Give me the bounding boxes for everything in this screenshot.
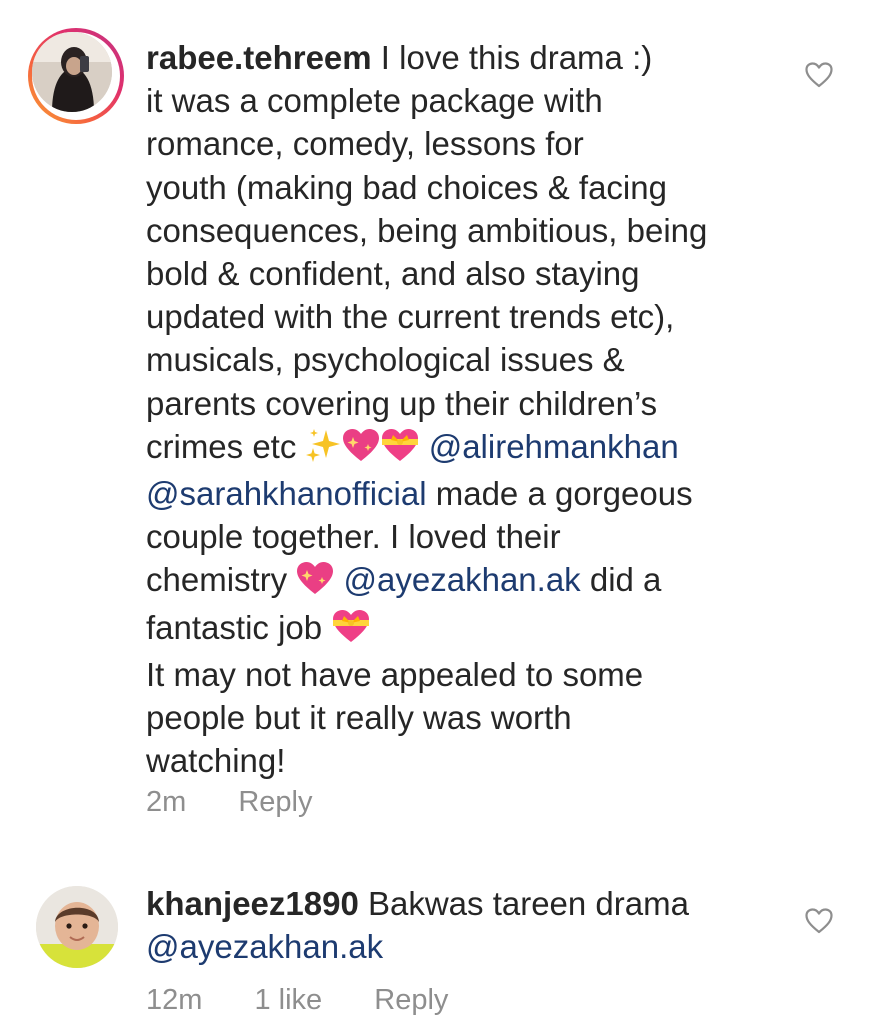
comment-text: fantastic job: [146, 608, 332, 646]
comment-text: updated with the current trends etc),: [146, 298, 675, 336]
comment-text: youth (making bad choices & facing: [146, 168, 667, 206]
heart-with-ribbon-emoji: [380, 428, 420, 472]
comment-line: parents covering up their children’s: [146, 382, 796, 425]
comment-timestamp: 2m: [146, 786, 187, 818]
comment-text: musicals, psychological issues &: [146, 341, 625, 379]
avatar[interactable]: [28, 28, 124, 124]
mention-link[interactable]: @alirehmankhan: [429, 428, 679, 465]
likes-count[interactable]: 1 like: [254, 984, 322, 1017]
mention-link[interactable]: @ayezakhan.ak: [146, 928, 383, 965]
comment-line: It may not have appealed to some: [146, 653, 796, 696]
comment-text: I love this drama :): [371, 39, 653, 76]
comment-line: chemistry @ayezakhan.ak did a: [146, 558, 796, 605]
comment-text: romance, comedy, lessons for: [146, 125, 584, 163]
sparkling-heart-emoji: [342, 428, 380, 472]
comment-line: watching!: [146, 739, 796, 782]
comment-line: updated with the current trends etc),: [146, 295, 796, 338]
reply-button[interactable]: Reply: [374, 984, 448, 1017]
comment-meta: 2m Reply: [146, 786, 313, 819]
comment-line: @sarahkhanofficial made a gorgeous: [146, 472, 796, 515]
comment-text: chemistry: [146, 561, 297, 599]
comment-text: crimes etc: [146, 427, 306, 465]
comment-line: youth (making bad choices & facing: [146, 166, 796, 209]
comment-line: people but it really was worth: [146, 696, 796, 739]
comment-line: couple together. I loved their: [146, 515, 796, 558]
avatar-photo: [32, 32, 112, 112]
comment-body: rabee.tehreem I love this drama :) it wa…: [146, 36, 796, 782]
heart-outline-icon[interactable]: [805, 62, 833, 88]
avatar[interactable]: [36, 886, 118, 968]
comment-text: people but it really was worth: [146, 699, 572, 737]
comment-line: it was a complete package with: [146, 79, 796, 122]
comment-text: it was a complete package with: [146, 82, 603, 120]
comment-line: khanjeez1890 Bakwas tareen drama: [146, 882, 796, 925]
reply-button[interactable]: Reply: [238, 786, 312, 819]
comment-body: khanjeez1890 Bakwas tareen drama @ayezak…: [146, 882, 796, 968]
comment-text: made a gorgeous: [426, 475, 693, 513]
sparkles-emoji: [305, 428, 342, 472]
comment-username[interactable]: khanjeez1890: [146, 885, 359, 922]
heart-outline-icon[interactable]: [805, 908, 833, 934]
comment-text: couple together. I loved their: [146, 518, 561, 556]
comment-line: @ayezakhan.ak: [146, 925, 796, 968]
comment-meta: 12m 1 like Reply: [146, 984, 448, 1017]
comment-line: musicals, psychological issues &: [146, 338, 796, 381]
comment-line: consequences, being ambitious, being: [146, 209, 796, 252]
comment-text: watching!: [146, 742, 286, 780]
comment-line: crimes etc @alirehmankhan: [146, 425, 796, 472]
comment-line: fantastic job: [146, 606, 796, 653]
comment-line: rabee.tehreem I love this drama :): [146, 36, 796, 79]
comment-timestamp: 12m: [146, 984, 203, 1016]
mention-link[interactable]: @ayezakhan.ak: [344, 561, 581, 598]
comment-username[interactable]: rabee.tehreem: [146, 39, 372, 76]
comment-text: parents covering up their children’s: [146, 384, 658, 422]
comment-text: consequences, being ambitious, being: [146, 211, 708, 249]
comment-text: Bakwas tareen drama: [358, 885, 689, 922]
comment-text: did a: [580, 561, 662, 599]
comment-text: bold & confident, and also staying: [146, 255, 640, 293]
comment-line: romance, comedy, lessons for: [146, 122, 796, 165]
comment-text: It may not have appealed to some: [146, 655, 644, 693]
comment-line: bold & confident, and also staying: [146, 252, 796, 295]
sparkling-heart-emoji: [296, 561, 334, 605]
heart-with-ribbon-emoji: [331, 609, 371, 653]
mention-link[interactable]: @sarahkhanofficial: [146, 475, 427, 512]
